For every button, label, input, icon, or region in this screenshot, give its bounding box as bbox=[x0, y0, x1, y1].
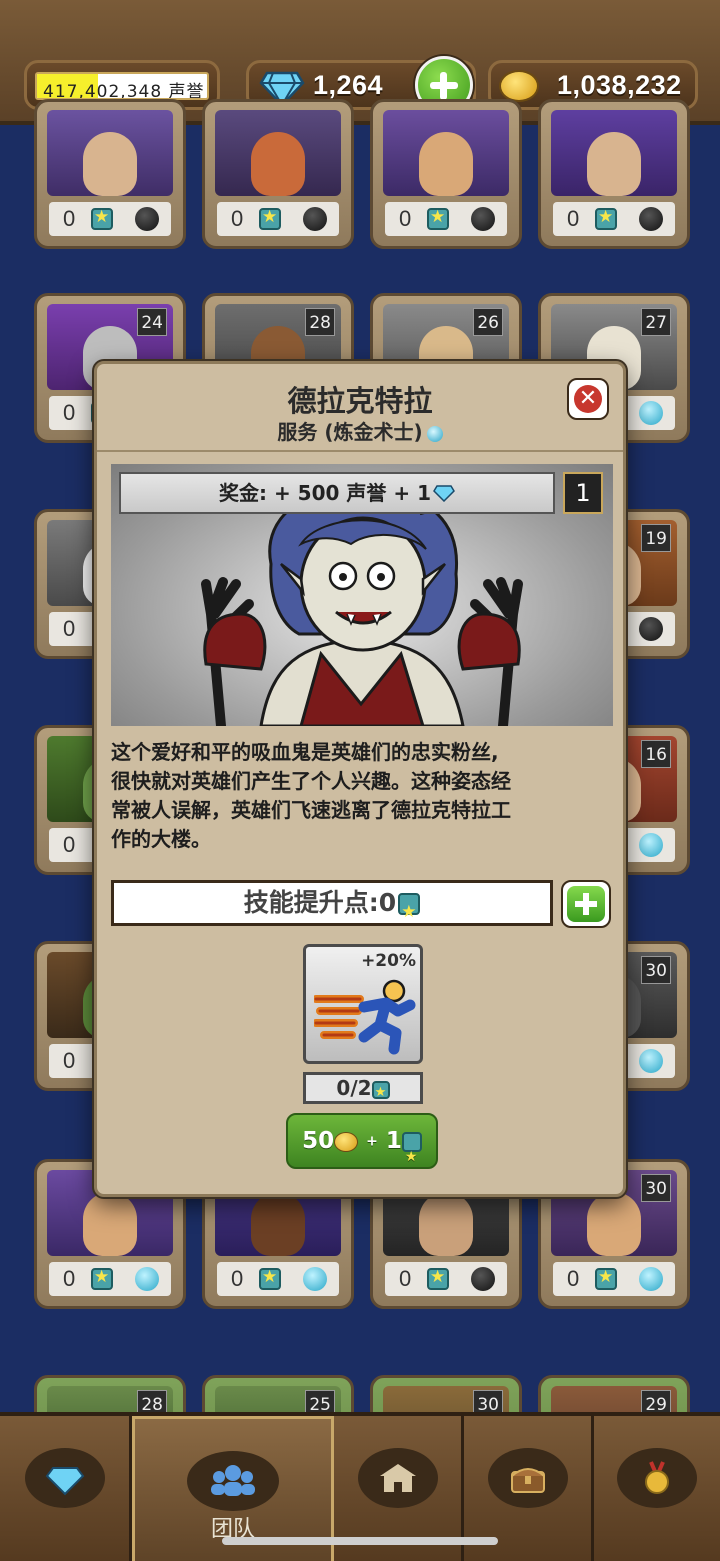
diamond-icon bbox=[24, 1448, 105, 1508]
hero-card[interactable]: 0 bbox=[370, 99, 522, 249]
star-icon bbox=[91, 1267, 113, 1290]
nav-shop[interactable] bbox=[0, 1416, 132, 1561]
star-icon bbox=[595, 1267, 617, 1290]
status-orb-icon bbox=[471, 1267, 495, 1291]
gold-coin-icon bbox=[499, 70, 539, 102]
status-orb-icon bbox=[135, 1267, 159, 1291]
hero-description: 这个爱好和平的吸血鬼是英雄们的忠实粉丝, 很快就对英雄们产生了个人兴趣。这种姿态… bbox=[111, 740, 511, 851]
gems-value: 1,264 bbox=[313, 70, 384, 100]
hero-card-footer: 0 bbox=[49, 202, 171, 236]
star-icon bbox=[401, 1131, 422, 1183]
hero-card-footer: 0 bbox=[385, 202, 507, 236]
hero-portrait bbox=[47, 110, 173, 196]
speed-skill-tile[interactable]: +20% bbox=[303, 944, 423, 1064]
team-icon bbox=[187, 1451, 279, 1511]
star-icon bbox=[595, 207, 617, 230]
bonus-reward: 奖金: + 500 声誉 + 1 bbox=[119, 472, 555, 514]
home-indicator bbox=[222, 1537, 498, 1545]
add-skill-points-button[interactable] bbox=[561, 880, 611, 928]
treasure-chest-icon bbox=[487, 1448, 568, 1508]
hero-card-footer: 0 bbox=[553, 1262, 675, 1296]
hero-portrait bbox=[383, 110, 509, 196]
hero-card[interactable]: 0 bbox=[34, 99, 186, 249]
status-orb-icon bbox=[135, 207, 159, 231]
skill-bonus: +20% bbox=[361, 951, 416, 971]
skill-progress: 0/2 bbox=[303, 1072, 423, 1106]
element-orb-icon bbox=[426, 425, 443, 442]
hero-card-footer: 0 bbox=[553, 202, 675, 236]
hero-card-footer: 0 bbox=[385, 1262, 507, 1296]
hero-name: 德拉克特拉 bbox=[287, 384, 433, 418]
close-button[interactable]: ✕ bbox=[567, 378, 609, 420]
status-orb-icon bbox=[639, 207, 663, 231]
divider bbox=[97, 450, 623, 452]
hero-card[interactable]: 0 bbox=[202, 99, 354, 249]
status-orb-icon bbox=[303, 207, 327, 231]
star-icon bbox=[398, 892, 421, 932]
star-icon bbox=[259, 1267, 281, 1290]
gold-value: 1,038,232 bbox=[557, 70, 682, 100]
status-orb-icon bbox=[639, 1049, 663, 1073]
hero-detail-modal: 德拉克特拉 服务 (炼金术士) ✕ 奖金: + 500 声誉 + 1 1 这个爱… bbox=[94, 361, 626, 1197]
hero-card-footer: 0 bbox=[217, 202, 339, 236]
running-speed-icon bbox=[314, 979, 416, 1055]
star-icon bbox=[427, 1267, 449, 1290]
reputation-progress-bar: 417,402,348 声誉 bbox=[35, 72, 209, 100]
hero-card-footer: 0 bbox=[49, 1262, 171, 1296]
reputation-text: 417,402,348 声誉 bbox=[43, 82, 205, 100]
plus-icon bbox=[567, 886, 605, 922]
skill-points-display: 技能提升点:0 bbox=[111, 880, 553, 932]
hero-portrait bbox=[551, 110, 677, 196]
status-orb-icon bbox=[639, 1267, 663, 1291]
status-orb-icon bbox=[303, 1267, 327, 1291]
medal-icon bbox=[617, 1448, 697, 1508]
star-icon bbox=[259, 207, 281, 230]
star-icon bbox=[427, 207, 449, 230]
status-orb-icon bbox=[639, 617, 663, 641]
diamond-icon bbox=[433, 476, 455, 514]
status-orb-icon bbox=[639, 401, 663, 425]
star-icon bbox=[371, 1080, 390, 1106]
hero-artwork: 奖金: + 500 声誉 + 1 1 bbox=[111, 464, 613, 726]
hero-role: 服务 (炼金术士) bbox=[97, 416, 623, 445]
hero-portrait bbox=[215, 110, 341, 196]
hero-card[interactable]: 0 bbox=[538, 99, 690, 249]
hero-level-badge: 1 bbox=[563, 472, 603, 514]
nav-achievements[interactable] bbox=[594, 1416, 720, 1561]
status-orb-icon bbox=[471, 207, 495, 231]
status-orb-icon bbox=[639, 833, 663, 857]
hero-card-footer: 0 bbox=[217, 1262, 339, 1296]
star-icon bbox=[91, 207, 113, 230]
close-icon: ✕ bbox=[574, 385, 602, 413]
gold-coin-icon bbox=[334, 1131, 359, 1152]
upgrade-skill-button[interactable]: 50 + 1 bbox=[286, 1113, 438, 1183]
buildings-icon bbox=[357, 1448, 438, 1508]
